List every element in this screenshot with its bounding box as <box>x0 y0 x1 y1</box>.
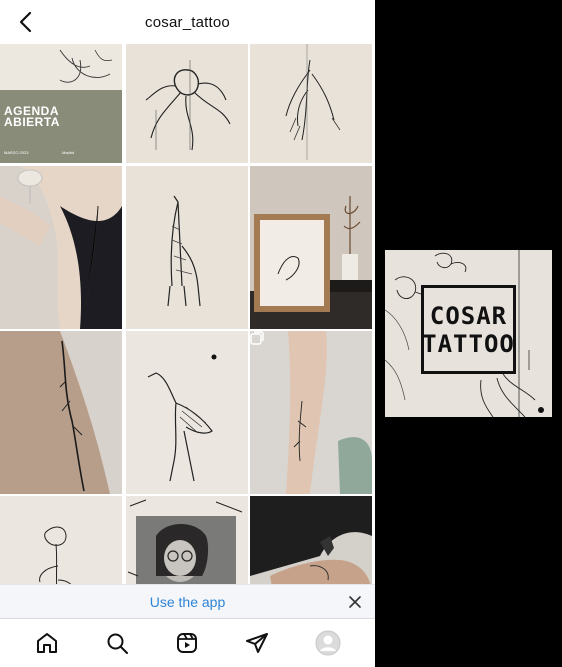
post-heron-drawing[interactable] <box>126 331 248 494</box>
post-framed-bird-print[interactable] <box>250 166 372 329</box>
woman-wine-glass-graphic <box>0 166 122 329</box>
upper-arm-tattoo-graphic <box>250 496 372 584</box>
carousel-icon <box>250 331 264 345</box>
framed-bird-print-graphic <box>250 166 372 329</box>
plant-drawing-graphic <box>285 44 341 160</box>
tab-profile[interactable] <box>314 629 342 657</box>
post-portrait-collage[interactable] <box>126 496 248 584</box>
use-app-link[interactable]: Use the app <box>150 594 226 610</box>
agenda-title-line2: ABIERTA <box>4 115 60 129</box>
logo-line-1: COSAR <box>429 301 508 330</box>
logo-line-2: TATTOO <box>422 329 515 358</box>
octopus-drawing-graphic <box>145 60 231 151</box>
search-icon <box>107 633 128 654</box>
posts-grid[interactable]: AGENDA ABIERTA MARZO 2023 Madrid <box>0 44 375 584</box>
post-octopus-drawing[interactable] <box>126 44 248 163</box>
tab-direct[interactable] <box>243 629 271 657</box>
post-flower-drawing[interactable] <box>0 496 122 584</box>
post-agenda-card[interactable]: AGENDA ABIERTA MARZO 2023 Madrid <box>0 44 122 163</box>
bottom-tab-bar <box>0 618 375 667</box>
post-forearm-line-tattoo[interactable] <box>0 331 122 494</box>
giraffe-drawing-graphic <box>167 195 201 307</box>
tab-home[interactable] <box>33 629 61 657</box>
tab-search[interactable] <box>103 629 131 657</box>
close-icon[interactable] <box>347 594 363 610</box>
post-upper-arm-tattoo[interactable] <box>250 496 372 584</box>
profile-header: cosar_tattoo <box>0 0 375 44</box>
reels-icon <box>177 633 197 653</box>
phone-screen: cosar_tattoo AGENDA ABIERTA MARZO 2023 M… <box>0 0 375 667</box>
post-arm-sketch-tattoo[interactable] <box>250 331 372 494</box>
back-button[interactable] <box>12 8 40 36</box>
agenda-city: Madrid <box>62 150 75 155</box>
post-woman-wine-glass[interactable] <box>0 166 122 329</box>
forearm-line-tattoo-graphic <box>0 331 122 494</box>
tab-reels[interactable] <box>173 629 201 657</box>
use-app-banner: Use the app <box>0 584 375 619</box>
post-plant-drawing[interactable] <box>250 44 372 163</box>
portrait-collage-graphic <box>127 499 243 584</box>
profile-logo-thumbnail[interactable]: COSAR TATTOO <box>385 250 552 417</box>
arm-sketch-tattoo-graphic <box>250 331 372 494</box>
agenda-date: MARZO 2023 <box>4 150 29 155</box>
logo-box: COSAR TATTOO <box>421 285 516 374</box>
send-icon <box>246 633 268 653</box>
heron-drawing-graphic <box>147 354 217 482</box>
chevron-left-icon <box>19 11 32 33</box>
profile-avatar <box>315 630 341 656</box>
profile-username-title: cosar_tattoo <box>145 13 230 31</box>
flower-drawing-graphic <box>39 526 72 584</box>
home-icon <box>37 633 57 653</box>
post-giraffe-drawing[interactable] <box>126 166 248 329</box>
